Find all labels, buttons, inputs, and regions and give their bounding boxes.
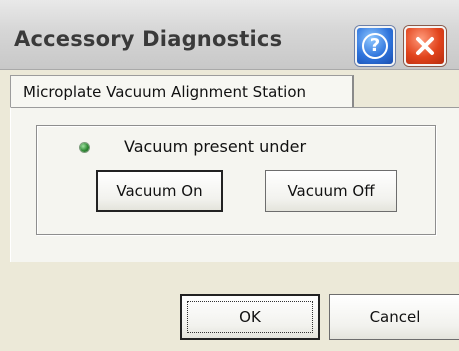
close-icon	[416, 37, 434, 55]
focus-rectangle	[187, 301, 313, 333]
vacuum-status-text: Vacuum present under	[124, 137, 307, 156]
help-icon: ?	[362, 33, 388, 59]
vacuum-on-button[interactable]: Vacuum On	[96, 170, 223, 212]
ok-button[interactable]: OK	[180, 294, 320, 340]
vacuum-status-indicator-icon	[80, 143, 89, 152]
vacuum-off-button[interactable]: Vacuum Off	[265, 170, 397, 212]
title-bar: Accessory Diagnostics ?	[0, 0, 459, 70]
cancel-label: Cancel	[369, 308, 421, 326]
tab-microplate-vacuum-alignment-station[interactable]: Microplate Vacuum Alignment Station	[10, 75, 354, 108]
window-title: Accessory Diagnostics	[14, 27, 283, 51]
vacuum-on-label: Vacuum On	[116, 182, 203, 200]
close-button[interactable]	[404, 26, 446, 66]
cancel-button[interactable]: Cancel	[329, 294, 459, 340]
tab-label: Microplate Vacuum Alignment Station	[23, 83, 307, 101]
help-button[interactable]: ?	[355, 26, 395, 66]
vacuum-off-label: Vacuum Off	[287, 182, 375, 200]
